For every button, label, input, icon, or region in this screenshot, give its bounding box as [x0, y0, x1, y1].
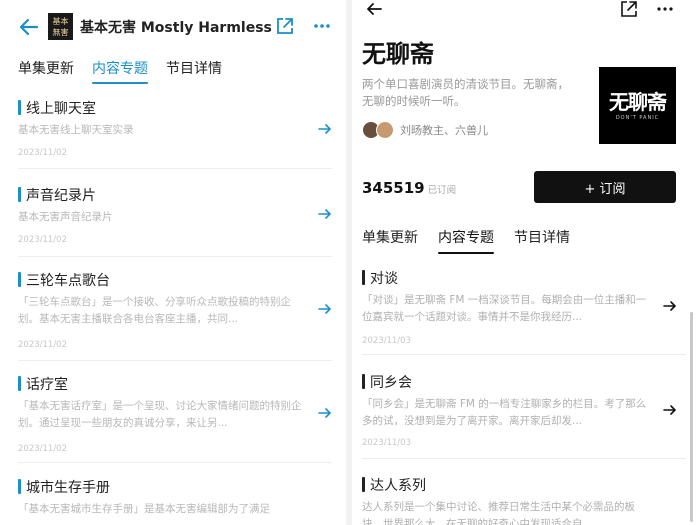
topic-marker: [18, 376, 21, 391]
topic-title: 达人系列: [370, 478, 426, 494]
tab-episodes[interactable]: 单集更新: [362, 227, 418, 247]
topic-item[interactable]: 三轮车点歌台 「三轮车点歌台」是一个接收、分享听众点歌投稿的特别企划。基本无害主…: [0, 270, 346, 361]
more-icon[interactable]: [656, 0, 674, 18]
topic-date: 2023/11/02: [18, 340, 67, 350]
divider-line: [362, 458, 686, 459]
topic-description: 「对谈」是无聊斋 FM 一档深谈节目。每期会由一位主播和一位嘉宾就一个话题对谈。…: [362, 294, 647, 323]
left-tab-bar: 单集更新 内容专题 节目详情: [18, 58, 240, 84]
topic-description: 基本无害声音纪录片: [18, 211, 113, 223]
tab-details[interactable]: 节目详情: [166, 58, 222, 78]
topic-item[interactable]: 声音纪录片 基本无害声音纪录片 2023/11/02: [0, 185, 346, 257]
topic-title: 话疗室: [26, 377, 68, 393]
topic-title: 同乡会: [370, 375, 412, 391]
topic-marker: [18, 100, 21, 115]
arrow-right-icon[interactable]: [318, 303, 332, 315]
topic-item[interactable]: 城市生存手册 「基本无害城市生存手册」是基本无害编辑部为了满足: [0, 477, 346, 525]
topic-description: 达人系列是一个集中讨论、推荐日常生活中某个必需品的板块。世界那么大，在无聊的好奇…: [362, 501, 635, 525]
arrow-right-icon[interactable]: [318, 208, 332, 220]
divider-line: [18, 462, 332, 463]
cover-title: 无聊斋: [609, 89, 667, 114]
podcast-logo[interactable]: 基本無害: [48, 13, 73, 40]
topic-title: 声音纪录片: [26, 188, 96, 204]
divider-line: [18, 168, 332, 169]
topic-item[interactable]: 话疗室 「基本无害话疗室」是一个呈现、讨论大家情绪问题的特别企划。通过呈现一些朋…: [0, 374, 346, 463]
podcast-title: 无聊斋: [362, 40, 434, 68]
topic-title: 线上聊天室: [26, 101, 96, 117]
arrow-right-icon[interactable]: [318, 407, 332, 419]
arrow-right-icon[interactable]: [663, 404, 677, 416]
topic-date: 2023/11/03: [362, 336, 411, 346]
divider-line: [362, 354, 686, 355]
topic-marker: [362, 270, 365, 285]
share-icon[interactable]: [620, 0, 638, 18]
topic-description: 「三轮车点歌台」是一个接收、分享听众点歌投稿的特别企划。基本无害主播联合各电台客…: [18, 296, 291, 325]
subscribe-button[interactable]: + 订阅: [534, 171, 676, 203]
topic-marker: [18, 187, 21, 202]
topic-title: 对谈: [370, 271, 398, 287]
topic-title: 三轮车点歌台: [26, 273, 110, 289]
topic-date: 2023/11/02: [18, 235, 67, 245]
podcast-cover: 无聊斋 DON'T PANIC: [599, 67, 676, 144]
topic-date: 2023/11/02: [18, 444, 67, 454]
topic-description: 「同乡会」是无聊斋 FM 的一档专注聊家乡的栏目。考了那么多的试，没想到是为了离…: [362, 398, 647, 427]
tab-episodes[interactable]: 单集更新: [18, 58, 74, 78]
topic-date: 2023/11/02: [18, 148, 67, 158]
topic-marker: [18, 272, 21, 287]
divider-line: [18, 256, 332, 257]
subscriber-number: 345519: [362, 179, 425, 197]
topic-marker: [18, 479, 21, 494]
topic-description: 「基本无害话疗室」是一个呈现、讨论大家情绪问题的特别企划。通过呈现一些朋友的真诚…: [18, 400, 302, 429]
tab-topics[interactable]: 内容专题: [438, 227, 494, 254]
subscriber-count: 345519 已订阅: [362, 178, 456, 197]
topic-date: 2023/11/03: [362, 438, 411, 448]
topic-description: 「基本无害城市生存手册」是基本无害编辑部为了满足: [18, 503, 270, 515]
topic-marker: [362, 374, 365, 389]
topic-item[interactable]: 线上聊天室 基本无害线上聊天室实录 2023/11/02: [0, 98, 346, 169]
scrollbar[interactable]: [690, 312, 693, 522]
more-icon[interactable]: [312, 16, 332, 36]
topic-item[interactable]: 达人系列 达人系列是一个集中讨论、推荐日常生活中某个必需品的板块。世界那么大，在…: [352, 475, 700, 525]
subscriber-label: 已订阅: [427, 185, 457, 196]
tab-details[interactable]: 节目详情: [514, 227, 570, 247]
split-screen: 基本無害 基本无害 Mostly Harmless 单集更新 内容专题 节目详情…: [0, 0, 700, 525]
arrow-right-icon[interactable]: [318, 123, 332, 135]
left-header: 基本無害 基本无害 Mostly Harmless: [0, 10, 346, 44]
topic-description: 基本无害线上聊天室实录: [18, 124, 134, 136]
podcast-description: 两个单口喜剧演员的清谈节目。无聊斋，无聊的时候听一听。: [362, 77, 569, 108]
arrow-right-icon[interactable]: [663, 300, 677, 312]
avatar: [376, 121, 394, 139]
topic-marker: [362, 477, 365, 492]
podcast-title: 基本无害 Mostly Harmless: [80, 20, 272, 36]
topic-item[interactable]: 对谈 「对谈」是无聊斋 FM 一档深谈节目。每期会由一位主播和一位嘉宾就一个话题…: [352, 268, 700, 358]
right-pane: 无聊斋 两个单口喜剧演员的清谈节目。无聊斋，无聊的时候听一听。 无聊斋 DON'…: [352, 0, 700, 525]
tab-topics[interactable]: 内容专题: [92, 58, 148, 84]
cover-subtitle: DON'T PANIC: [615, 114, 660, 121]
back-arrow-icon[interactable]: [18, 16, 40, 38]
left-pane: 基本無害 基本无害 Mostly Harmless 单集更新 内容专题 节目详情…: [0, 0, 346, 525]
topic-title: 城市生存手册: [26, 480, 110, 496]
share-icon[interactable]: [275, 16, 295, 36]
back-arrow-icon[interactable]: [366, 1, 382, 17]
divider-line: [18, 360, 332, 361]
right-tab-bar: 单集更新 内容专题 节目详情: [362, 227, 590, 254]
hosts-row[interactable]: 刘旸教主、六兽儿: [362, 120, 488, 140]
host-names: 刘旸教主、六兽儿: [400, 124, 488, 137]
topic-item[interactable]: 同乡会 「同乡会」是无聊斋 FM 的一档专注聊家乡的栏目。考了那么多的试，没想到…: [352, 372, 700, 462]
